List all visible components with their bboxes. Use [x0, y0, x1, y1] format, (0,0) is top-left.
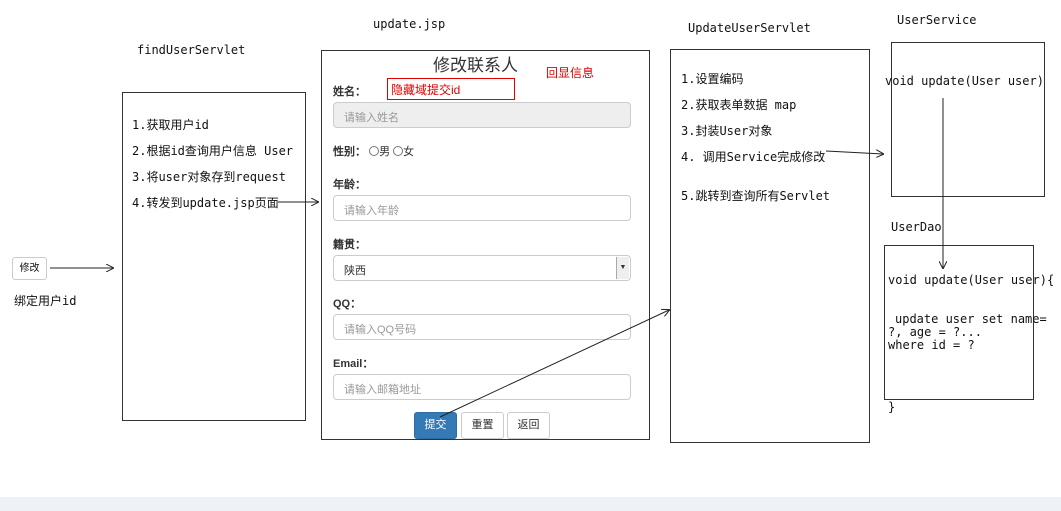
gender-male-label: 男: [379, 146, 391, 158]
update-user-servlet-title: UpdateUserServlet: [688, 21, 811, 35]
name-label: 姓名：: [333, 86, 366, 98]
user-dao-title: UserDao: [891, 220, 942, 234]
native-place-select[interactable]: 陕西 ▼: [333, 255, 631, 281]
native-place-label: 籍贯：: [333, 239, 366, 251]
user-service-title: UserService: [897, 13, 977, 27]
native-place-value: 陕西: [344, 265, 366, 277]
dao-sql-line: where id = ?: [888, 338, 975, 352]
age-label: 年龄：: [333, 179, 366, 191]
update-jsp-form: 修改联系人 隐藏域提交id 回显信息 姓名： 请输入姓名 性别： 男 女 年龄：…: [321, 50, 650, 440]
dao-closing-brace: }: [888, 400, 896, 414]
service-method: void update(User user): [885, 74, 1044, 88]
gender-label: 性别：: [333, 146, 366, 158]
user-service-box: void update(User user): [885, 42, 1045, 197]
find-step: 2.根据id查询用户信息 User: [132, 144, 294, 158]
qq-label: QQ：: [333, 298, 362, 310]
dao-sql-line: update user set name=: [895, 312, 1047, 326]
bind-user-id-label: 绑定用户id: [14, 294, 77, 308]
update-step: 3.封装User对象: [681, 124, 773, 138]
reset-button[interactable]: 重置: [461, 412, 504, 439]
update-step: 2.获取表单数据 map: [681, 98, 797, 112]
chevron-down-icon[interactable]: ▼: [616, 257, 629, 279]
radio-female[interactable]: [393, 146, 404, 156]
email-label: Email：: [333, 358, 374, 370]
find-step: 4.转发到update.jsp页面: [132, 196, 279, 210]
dao-method: void update(User user){: [888, 273, 1055, 287]
bottom-bar: [0, 497, 1061, 511]
find-step: 3.将user对象存到request: [132, 170, 286, 184]
name-input[interactable]: 请输入姓名: [333, 102, 631, 128]
email-input[interactable]: 请输入邮箱地址: [333, 374, 631, 400]
gender-female-label: 女: [403, 146, 415, 158]
form-heading: 修改联系人: [433, 56, 518, 75]
find-user-servlet-box: 1.获取用户id 2.根据id查询用户信息 User 3.将user对象存到re…: [122, 92, 306, 421]
user-dao-box: void update(User user){ update user set …: [884, 245, 1054, 414]
dao-sql-line: ?, age = ?...: [888, 325, 982, 339]
modify-button[interactable]: 修改: [12, 257, 47, 280]
qq-input[interactable]: 请输入QQ号码: [333, 314, 631, 340]
age-input[interactable]: 请输入年龄: [333, 195, 631, 221]
find-user-servlet-title: findUserServlet: [137, 43, 246, 57]
update-step: 4. 调用Service完成修改: [681, 150, 826, 164]
hidden-id-note: 隐藏域提交id: [387, 78, 515, 100]
radio-male[interactable]: [369, 146, 380, 156]
update-step: 1.设置编码: [681, 72, 744, 86]
update-jsp-title: update.jsp: [373, 17, 446, 31]
update-step: 5.跳转到查询所有Servlet: [681, 189, 831, 203]
gender-row: 性别： 男 女: [333, 143, 414, 159]
find-step: 1.获取用户id: [132, 118, 209, 132]
update-user-servlet-box: 1.设置编码 2.获取表单数据 map 3.封装User对象 4. 调用Serv…: [670, 49, 870, 443]
submit-button[interactable]: 提交: [414, 412, 457, 439]
back-button[interactable]: 返回: [507, 412, 550, 439]
echo-info-note: 回显信息: [546, 66, 595, 80]
